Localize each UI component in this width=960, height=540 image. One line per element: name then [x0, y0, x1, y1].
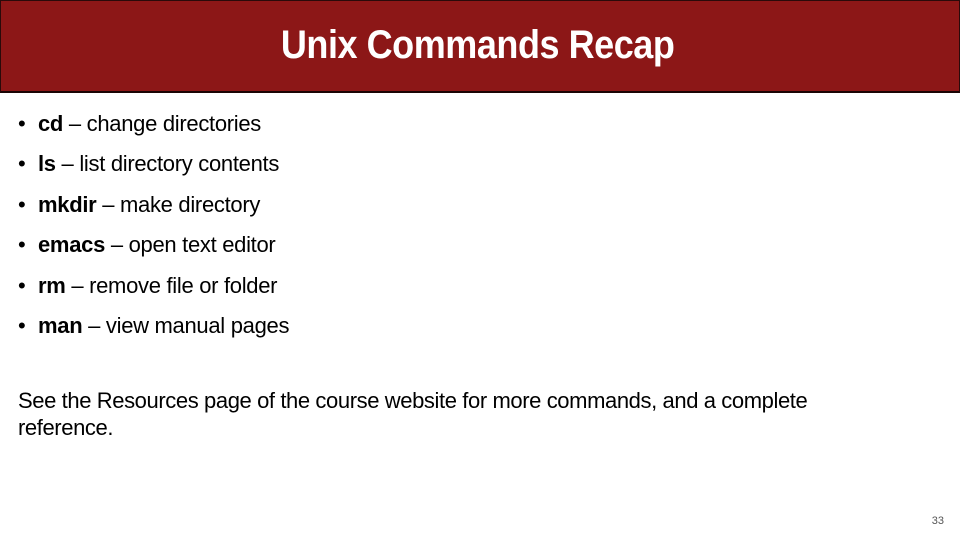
separator: – [82, 312, 106, 338]
list-item-emacs: • emacs – open text editor [18, 225, 289, 265]
command-description: open text editor [128, 232, 276, 258]
command-name: emacs [38, 232, 106, 258]
list-item-cd: • cd – change directories [18, 104, 289, 144]
bullet-icon: • [18, 191, 26, 217]
command-list: • cd – change directories • ls – list dire… [18, 104, 289, 346]
bullet-icon: • [18, 151, 26, 177]
bullet-icon: • [18, 111, 26, 136]
command-name: mkdir [38, 191, 97, 217]
bullet-icon: • [18, 272, 26, 298]
slide-title: Unix Commands Recap [281, 22, 675, 67]
command-name: cd [38, 111, 64, 136]
separator: – [96, 191, 120, 217]
bullet-icon: • [18, 232, 26, 258]
separator: – [105, 232, 129, 258]
command-description: list directory contents [79, 151, 280, 177]
command-description: view manual pages [105, 312, 290, 338]
resources-note: See the Resources page of the course web… [18, 388, 808, 440]
command-description: remove file or folder [89, 272, 278, 298]
page-number: 33 [931, 515, 944, 527]
list-item-mkdir: • mkdir – make directory [18, 185, 289, 225]
title-bar: Unix Commands Recap [0, 0, 960, 93]
separator: – [65, 272, 90, 298]
separator: – [55, 151, 80, 177]
list-item-ls: • ls – list directory contents [18, 144, 289, 184]
bullet-icon: • [18, 312, 26, 338]
command-name: man [38, 312, 83, 338]
command-description: make directory [119, 191, 261, 217]
command-name: rm [38, 272, 66, 298]
command-description: change directories [86, 111, 262, 136]
command-name: ls [38, 151, 56, 177]
separator: – [63, 111, 87, 136]
list-item-man: • man – view manual pages [18, 306, 289, 346]
list-item-rm: • rm – remove file or folder [18, 266, 289, 306]
